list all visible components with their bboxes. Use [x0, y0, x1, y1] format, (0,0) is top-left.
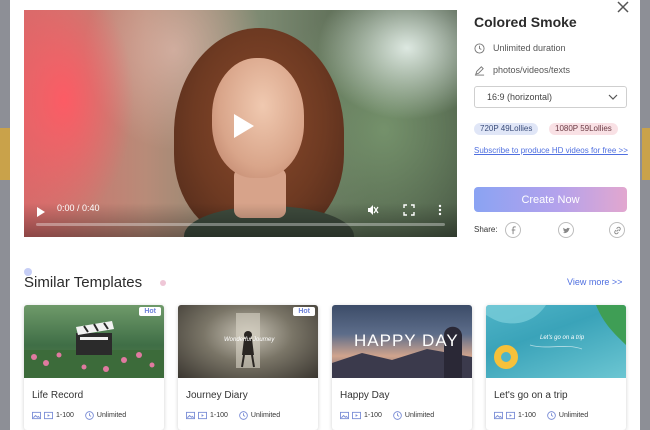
background-page-strip [642, 128, 650, 180]
duration-label: Unlimited [96, 412, 127, 419]
play-icon[interactable] [222, 106, 262, 146]
twitter-icon[interactable] [558, 222, 574, 238]
aspect-ratio-value: 16:9 (horizontal) [487, 92, 553, 102]
progress-bar[interactable] [36, 223, 445, 226]
template-card-journey-diary[interactable]: Wonderful Journey Hot Journey Diary 1-10… [178, 305, 318, 430]
playback-time: 0:00 / 0:40 [57, 203, 100, 213]
price-1080p-badge: 1080P 59Lollies [549, 123, 618, 135]
image-icon [340, 411, 349, 420]
view-more-link[interactable]: View more >> [567, 277, 622, 287]
duration-label: Unlimited [250, 412, 281, 419]
facebook-icon[interactable] [505, 222, 521, 238]
range-label: 1-100 [364, 412, 382, 419]
subscribe-link[interactable]: Subscribe to produce HD videos for free … [474, 143, 630, 158]
duration-label: Unlimited [404, 412, 435, 419]
pen-icon [474, 65, 485, 76]
media-label: photos/videos/texts [493, 65, 571, 75]
clock-icon [547, 411, 556, 420]
clock-icon [474, 42, 485, 54]
duration-label: Unlimited [558, 412, 589, 419]
chevron-down-icon [608, 93, 618, 101]
template-card-meta: 1-100 Unlimited [340, 411, 434, 420]
similar-templates-heading: Similar Templates [24, 274, 143, 291]
template-card-name: Let's go on a trip [494, 390, 568, 401]
video-icon [44, 411, 53, 420]
duration-row: Unlimited duration [474, 41, 566, 55]
range-label: 1-100 [518, 412, 536, 419]
template-card-lets-go-on-a-trip[interactable]: Let's go on a trip Let's go on a trip 1-… [486, 305, 626, 430]
video-player[interactable]: 0:00 / 0:40 [24, 10, 457, 237]
media-row: photos/videos/texts [474, 63, 570, 77]
template-card-meta: 1-100 Unlimited [494, 411, 588, 420]
play-icon[interactable] [36, 205, 46, 217]
clock-icon [239, 411, 248, 420]
template-card-name: Life Record [32, 390, 84, 401]
clock-icon [85, 411, 94, 420]
range-label: 1-100 [56, 412, 74, 419]
template-card-life-record[interactable]: Hot Life Record 1-100 Unlimited [24, 305, 164, 430]
template-card-name: Journey Diary [186, 390, 248, 401]
template-card-meta: 1-100 Unlimited [32, 411, 126, 420]
template-card-name: Happy Day [340, 390, 390, 401]
hot-badge: Hot [293, 307, 315, 316]
template-card-meta: 1-100 Unlimited [186, 411, 280, 420]
link-icon[interactable] [609, 222, 625, 238]
video-icon [198, 411, 207, 420]
range-label: 1-100 [210, 412, 228, 419]
image-icon [32, 411, 41, 420]
hot-badge: Hot [139, 307, 161, 316]
template-thumbnail: Let's go on a trip [486, 305, 626, 378]
template-thumbnail: Hot [24, 305, 164, 378]
video-icon [506, 411, 515, 420]
thumbnail-caption: HAPPY DAY [354, 331, 459, 350]
template-thumbnail: HAPPY DAY [332, 305, 472, 378]
close-icon[interactable] [616, 0, 630, 14]
duration-label: Unlimited duration [493, 43, 566, 53]
thumbnail-caption: Let's go on a trip [540, 335, 585, 341]
template-thumbnail: Wonderful Journey Hot [178, 305, 318, 378]
template-card-happy-day[interactable]: HAPPY DAY Happy Day 1-100 Unlimited [332, 305, 472, 430]
image-icon [186, 411, 195, 420]
image-icon [494, 411, 503, 420]
more-vert-icon[interactable] [437, 203, 443, 216]
template-title: Colored Smoke [474, 14, 577, 30]
share-label: Share: [474, 225, 498, 234]
fullscreen-icon[interactable] [403, 203, 415, 216]
aspect-ratio-select[interactable]: 16:9 (horizontal) [474, 86, 627, 108]
decorative-dot [160, 280, 166, 286]
thumbnail-caption: Wonderful Journey [224, 337, 275, 343]
price-720p-badge: 720P 49Lollies [474, 123, 539, 135]
create-now-button[interactable]: Create Now [474, 187, 627, 212]
mute-icon[interactable] [367, 203, 379, 215]
clock-icon [393, 411, 402, 420]
template-preview-modal: 0:00 / 0:40 Colored Smoke Unlimited dura… [10, 0, 640, 430]
video-icon [352, 411, 361, 420]
